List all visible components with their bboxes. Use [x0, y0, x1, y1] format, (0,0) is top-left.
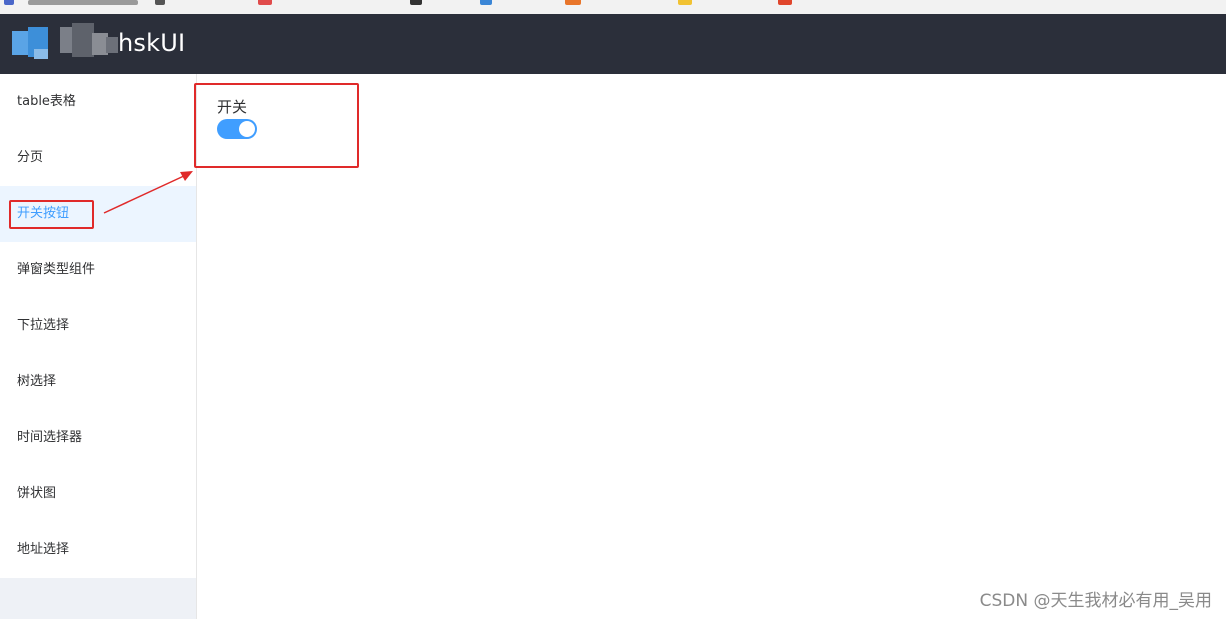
watermark: CSDN @天生我材必有用_吴用 — [979, 591, 1212, 611]
annotation-arrow — [103, 171, 193, 214]
